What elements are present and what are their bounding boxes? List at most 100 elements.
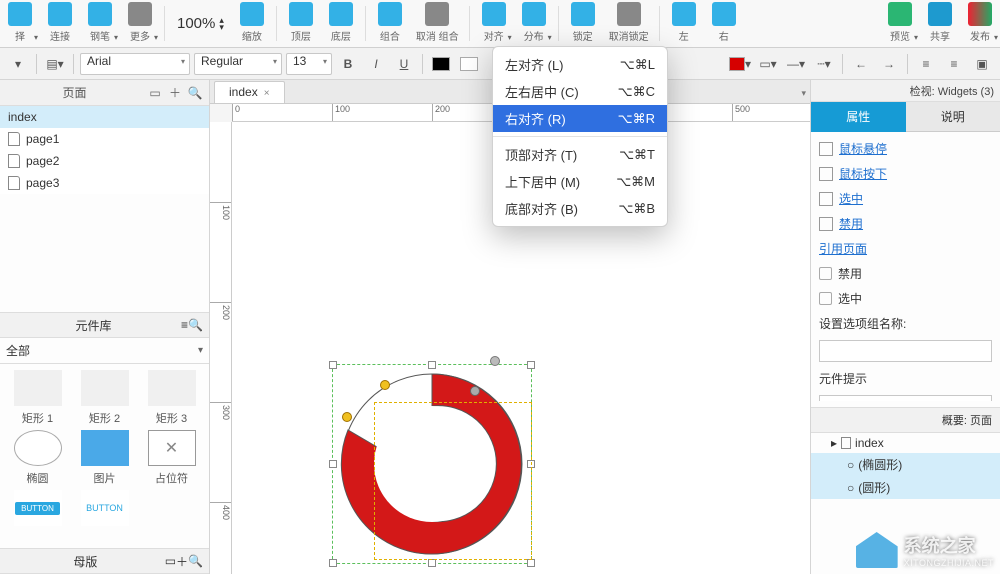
outline-page[interactable]: ▸ index [811,433,1000,453]
tool-align-left[interactable]: 左 [664,0,704,47]
tooltip-input[interactable] [819,395,992,401]
padding[interactable]: ▣ [970,53,994,75]
watermark: 系统之家 XITONGZHIJIA.NET [856,532,994,568]
font-size-select[interactable]: 13▾ [286,53,332,75]
reference-page-link[interactable]: 引用页面 [819,240,992,257]
fill-color[interactable]: ▾ [728,53,752,75]
pages-add-folder-icon[interactable]: ▭ [147,85,163,101]
checkbox-disabled[interactable]: 禁用 [819,265,992,282]
page-icon [8,132,20,146]
tool-pen[interactable]: 钢笔 [80,0,120,47]
tool-zoom[interactable]: 缩放 [232,0,272,47]
bold-button[interactable]: B [336,53,360,75]
bg-color[interactable] [457,53,481,75]
menu-align-middle[interactable]: 上下居中 (M)⌥⌘M [493,168,667,195]
tool-select[interactable]: 择 [0,0,40,47]
tool-bring-front[interactable]: 顶层 [281,0,321,47]
menu-align-center-h[interactable]: 左右居中 (C)⌥⌘C [493,78,667,105]
tool-group[interactable]: 组合 [370,0,410,47]
page-item-index[interactable]: index [0,106,209,128]
tool-align-right[interactable]: 右 [704,0,744,47]
widget-placeholder[interactable]: ✕占位符 [140,430,203,486]
menu-align-right[interactable]: 右对齐 (R)⌥⌘R [493,105,667,132]
paragraph-style[interactable]: ▤▾ [43,53,67,75]
border-width[interactable]: —▾ [784,53,808,75]
selection-inner [374,402,532,560]
inspector-tab-properties[interactable]: 属性 [811,102,906,132]
tool-connect[interactable]: 连接 [40,0,80,47]
outline-item-2[interactable]: ○ (圆形) [811,476,1000,499]
tool-share[interactable]: 共享 [920,0,960,47]
align-h[interactable]: ≡ [914,53,938,75]
zoom-value[interactable]: 100%▴▾ [169,0,232,47]
tool-publish[interactable]: 发布 [960,0,1000,47]
ruler-vertical: 100 200 300 400 500 [210,122,232,574]
outline-item-1[interactable]: ○ (椭圆形) [811,453,1000,476]
menu-align-top[interactable]: 顶部对齐 (T)⌥⌘T [493,141,667,168]
align-dropdown-menu: 左对齐 (L)⌥⌘L 左右居中 (C)⌥⌘C 右对齐 (R)⌥⌘R 顶部对齐 (… [492,46,668,227]
widget-image[interactable]: 图片 [73,430,136,486]
tool-preview[interactable]: 预览 [880,0,920,47]
font-weight-select[interactable]: Regular▾ [194,53,282,75]
font-family-select[interactable]: Arial▾ [80,53,190,75]
masters-add-icon[interactable]: ＋ [176,553,188,570]
tool-unlock[interactable]: 取消锁定 [603,0,655,47]
library-menu-icon[interactable]: ≡ [181,318,188,332]
pages-search-icon[interactable]: 🔍 [187,85,203,101]
style-hover-link[interactable]: 鼠标悬停 [819,140,992,157]
main-toolbar: 择 连接 钢笔 更多 100%▴▾ 缩放 顶层 底层 组合 取消 组合 对齐 分… [0,0,1000,48]
tool-distribute[interactable]: 分布 [514,0,554,47]
masters-add-folder-icon[interactable]: ▭ [165,554,176,568]
control-point[interactable] [490,356,500,366]
library-panel-header: 元件库 ≡ 🔍 [0,312,209,338]
style-dropdown[interactable]: ▾ [6,53,30,75]
align-v[interactable]: ≡ [942,53,966,75]
arrow-start[interactable]: ← [849,53,873,75]
inspector-panel: 检视: Widgets (3) 属性 说明 鼠标悬停 鼠标按下 选中 禁用 引用… [810,80,1000,574]
group-name-label: 设置选项组名称: [819,315,992,332]
tool-lock[interactable]: 锁定 [563,0,603,47]
border-style[interactable]: ▭▾ [756,53,780,75]
line-style[interactable]: ┄▾ [812,53,836,75]
outline-header: 概要: 页面 [811,408,1000,433]
page-icon [8,176,20,190]
arrow-end[interactable]: → [877,53,901,75]
group-name-input[interactable] [819,340,992,362]
menu-align-bottom[interactable]: 底部对齐 (B)⌥⌘B [493,195,667,222]
pages-add-page-icon[interactable]: ＋ [167,85,183,101]
tool-send-back[interactable]: 底层 [321,0,361,47]
underline-button[interactable]: U [392,53,416,75]
page-icon [8,154,20,168]
style-selected-link[interactable]: 选中 [819,190,992,207]
checkbox-selected[interactable]: 选中 [819,290,992,307]
house-icon [856,532,898,568]
library-search-icon[interactable]: 🔍 [188,318,203,332]
widget-rect3[interactable]: 矩形 3 [140,370,203,426]
style-mousedown-link[interactable]: 鼠标按下 [819,165,992,182]
page-item-page1[interactable]: page1 [0,128,209,150]
page-item-page3[interactable]: page3 [0,172,209,194]
tab-index[interactable]: index× [214,81,285,103]
menu-align-left[interactable]: 左对齐 (L)⌥⌘L [493,51,667,78]
widget-rect2[interactable]: 矩形 2 [73,370,136,426]
library-category-select[interactable]: 全部▾ [0,338,209,364]
cursor-icon [819,142,833,156]
close-icon[interactable]: × [264,88,270,99]
widget-ellipse[interactable]: 椭圆 [6,430,69,486]
style-disabled-link[interactable]: 禁用 [819,215,992,232]
widget-button1[interactable]: BUTTON [6,490,69,542]
control-point[interactable] [342,412,352,422]
text-color[interactable] [429,53,453,75]
tool-more[interactable]: 更多 [120,0,160,47]
widget-button2[interactable]: BUTTON [73,490,136,542]
inspector-tab-notes[interactable]: 说明 [906,102,1000,132]
widget-rect1[interactable]: 矩形 1 [6,370,69,426]
page-item-page2[interactable]: page2 [0,150,209,172]
italic-button[interactable]: I [364,53,388,75]
control-point[interactable] [470,386,480,396]
tool-ungroup[interactable]: 取消 组合 [410,0,465,47]
cursor-icon [819,217,833,231]
masters-search-icon[interactable]: 🔍 [188,554,203,568]
control-point[interactable] [380,380,390,390]
tool-align[interactable]: 对齐 [474,0,514,47]
